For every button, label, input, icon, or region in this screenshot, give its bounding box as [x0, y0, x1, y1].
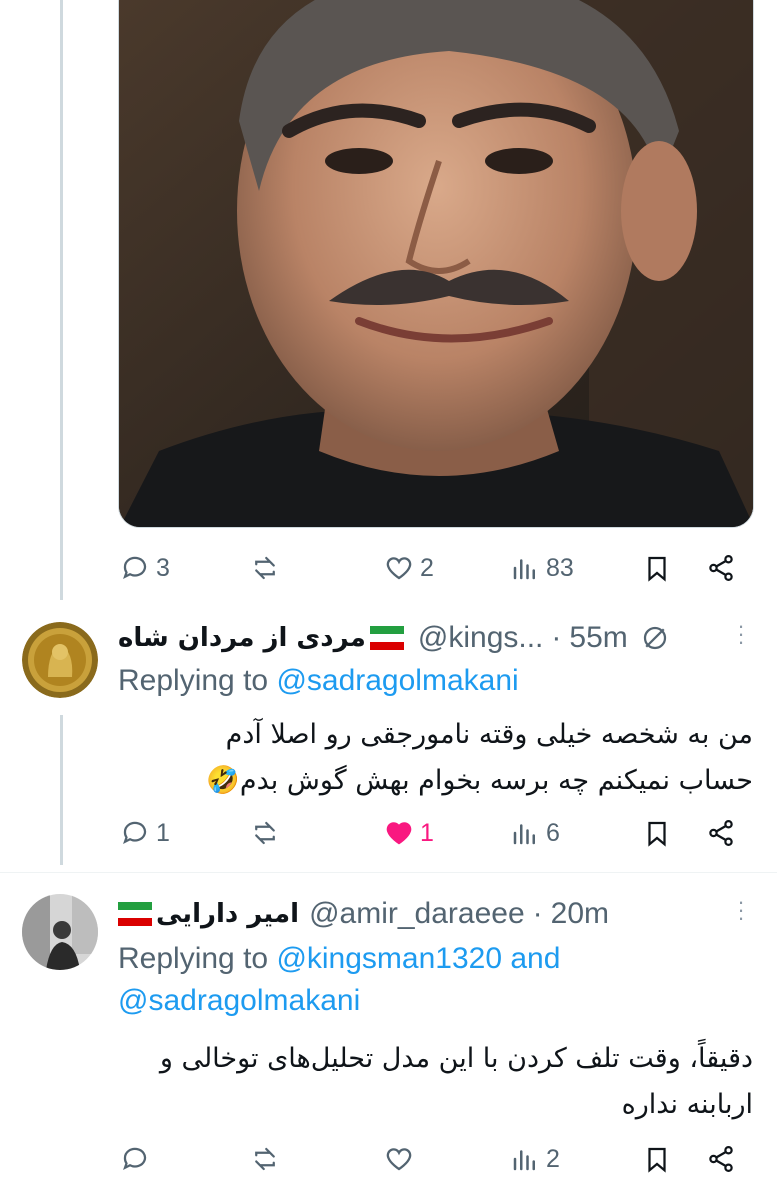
reply-count: 3 — [156, 553, 170, 582]
like-button[interactable]: 1 — [384, 808, 434, 858]
share-button[interactable] — [706, 808, 736, 858]
handle[interactable]: @kings... — [418, 621, 544, 655]
timestamp[interactable]: 55m — [569, 621, 627, 655]
views-icon — [513, 824, 535, 845]
tweet-actions: 2 — [118, 1134, 748, 1184]
tweet-text-line: اربابنه نداره — [621, 1089, 753, 1120]
share-icon — [709, 820, 733, 846]
like-button[interactable]: 2 — [384, 543, 434, 593]
views-count: 83 — [546, 553, 574, 582]
retweet-button[interactable] — [250, 1134, 280, 1184]
separator-dot: · — [551, 621, 562, 654]
reply-count: 1 — [156, 818, 170, 847]
bookmark-icon — [648, 556, 666, 582]
tweet-text: دقیقاً، وقت تلف کردن با این مدل تحلیل‌ها… — [118, 1036, 753, 1128]
views-count: 2 — [546, 1144, 560, 1173]
tweet-photo[interactable] — [118, 0, 754, 528]
mention-link[interactable]: @sadragolmakani — [276, 664, 518, 697]
muted-icon — [643, 626, 666, 650]
avatar[interactable] — [22, 622, 98, 698]
tweet-text-line: حساب نمیکنم چه برسه بخوام بهش گوش بدم🤣 — [206, 765, 753, 796]
reply-icon — [123, 821, 147, 844]
mention-link[interactable]: @sadragolmakani — [118, 984, 360, 1017]
avatar[interactable] — [22, 894, 98, 970]
tweet-text-line: دقیقاً، وقت تلف کردن با این مدل تحلیل‌ها… — [159, 1043, 753, 1074]
reply-icon — [123, 1147, 147, 1170]
share-icon — [709, 555, 733, 581]
bookmark-button[interactable] — [642, 808, 672, 858]
handle[interactable]: @amir_daraeee — [309, 897, 525, 931]
views-icon — [513, 559, 535, 580]
retweet-button[interactable] — [250, 543, 280, 593]
bookmark-button[interactable] — [642, 543, 672, 593]
tweet-actions: 1 1 6 — [118, 808, 748, 858]
user-photo-avatar-image — [22, 894, 98, 970]
tweet-actions: 3 2 83 — [118, 543, 748, 593]
reply-button[interactable]: 3 — [120, 543, 170, 593]
coin-avatar-image — [22, 622, 98, 698]
like-count: 2 — [420, 553, 434, 582]
replying-prefix: Replying to — [118, 942, 277, 975]
like-button[interactable] — [384, 1134, 414, 1184]
retweet-icon — [255, 821, 275, 845]
portrait-image — [119, 0, 753, 527]
iran-flag-icon — [369, 626, 404, 650]
thread-line-2 — [60, 715, 63, 865]
views-icon — [513, 1150, 535, 1171]
tweet-header: مردی از مردان شاه @kings... · 55m · · · — [118, 615, 747, 660]
retweet-button[interactable] — [250, 808, 280, 858]
timestamp[interactable]: 20m — [551, 897, 609, 931]
display-name[interactable]: امیر دارایی — [156, 899, 299, 929]
reply-button[interactable]: 1 — [120, 808, 170, 858]
divider — [0, 872, 777, 873]
replying-prefix: Replying to — [118, 664, 277, 697]
views-button[interactable]: 2 — [510, 1134, 560, 1184]
display-name[interactable]: مردی از مردان شاه — [118, 623, 366, 653]
thread-line — [60, 0, 63, 600]
more-icon[interactable]: · · · — [735, 891, 747, 929]
more-icon[interactable]: · · · — [735, 615, 747, 653]
share-icon — [709, 1146, 733, 1172]
like-icon — [386, 557, 412, 580]
views-button[interactable]: 83 — [510, 543, 574, 593]
views-count: 6 — [546, 818, 560, 847]
reply-button[interactable] — [120, 1134, 150, 1184]
tweet-text: من به شخصه خیلی وقته نامورجقی رو اصلا آد… — [118, 712, 753, 804]
share-button[interactable] — [706, 1134, 736, 1184]
like-icon — [386, 822, 412, 845]
separator-dot: · — [532, 897, 543, 930]
replying-to: Replying to @sadragolmakani — [118, 660, 747, 702]
tweet-header: امیر دارایی @amir_daraeee · 20m · · · — [118, 891, 747, 936]
bookmark-button[interactable] — [642, 1134, 672, 1184]
like-icon — [386, 1148, 412, 1171]
bookmark-icon — [648, 821, 666, 847]
tweet-text-line: من به شخصه خیلی وقته نامورجقی رو اصلا آد… — [225, 719, 753, 750]
iran-flag-icon — [118, 902, 152, 926]
retweet-icon — [255, 1147, 275, 1171]
replying-to: Replying to @kingsman1320 and @sadragolm… — [118, 938, 747, 1022]
retweet-icon — [255, 556, 275, 580]
bookmark-icon — [648, 1147, 666, 1173]
mention-link[interactable]: @kingsman1320 and — [276, 942, 560, 975]
views-button[interactable]: 6 — [510, 808, 560, 858]
reply-icon — [123, 556, 147, 579]
like-count: 1 — [420, 818, 434, 847]
share-button[interactable] — [706, 543, 736, 593]
